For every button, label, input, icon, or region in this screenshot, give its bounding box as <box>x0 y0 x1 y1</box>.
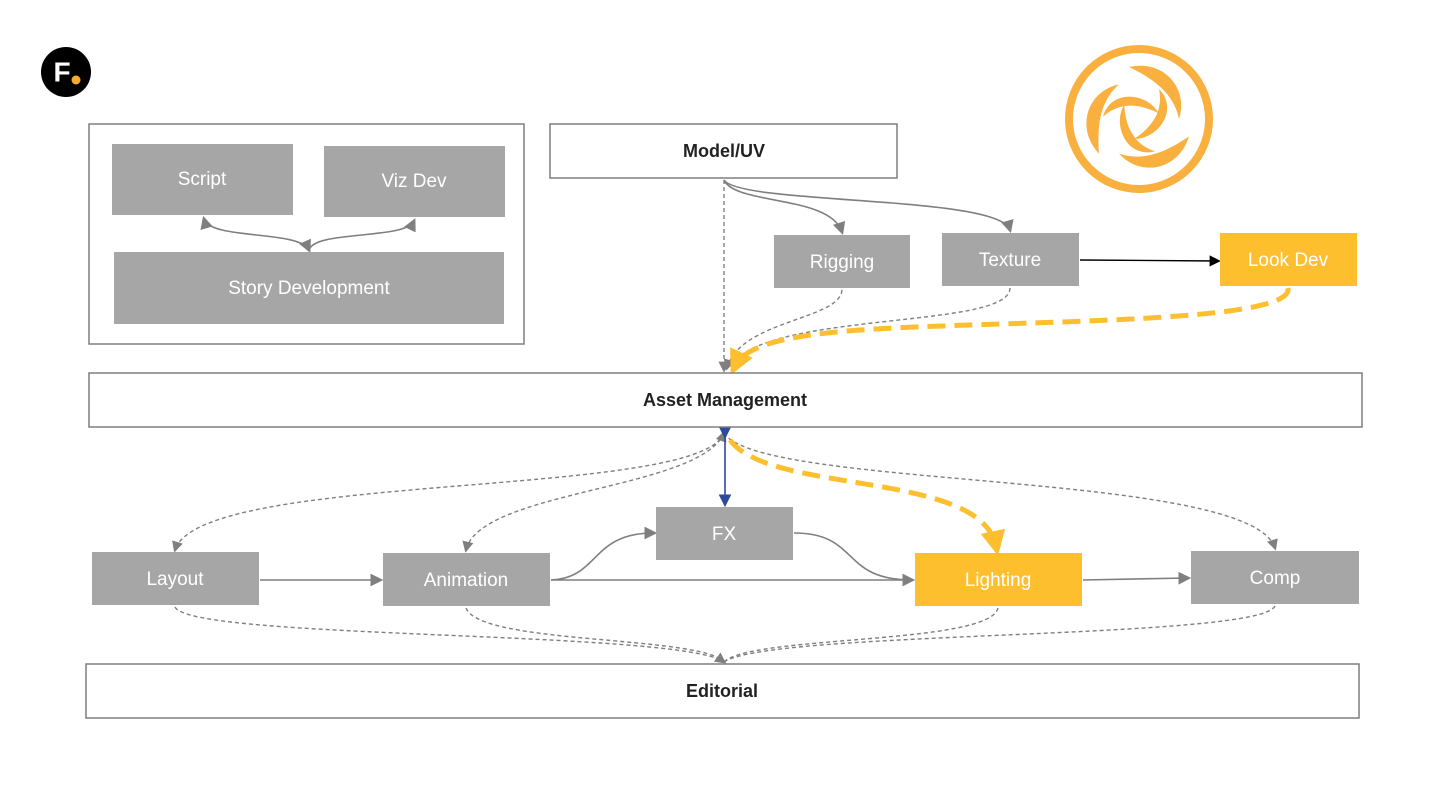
svg-text:Layout: Layout <box>146 569 204 590</box>
node-editorial[interactable]: Editorial <box>85 663 1360 719</box>
pipeline-diagram: F Script Viz Dev Story Development Model… <box>41 45 1363 719</box>
svg-text:Texture: Texture <box>979 250 1041 271</box>
node-asset-management[interactable]: Asset Management <box>88 372 1363 428</box>
node-animation[interactable]: Animation <box>383 553 550 606</box>
svg-text:Asset Management: Asset Management <box>643 390 807 410</box>
svg-text:Lighting: Lighting <box>965 570 1032 591</box>
svg-text:Script: Script <box>178 169 227 190</box>
svg-text:Editorial: Editorial <box>686 681 758 701</box>
triskelion-logo <box>1065 45 1213 193</box>
svg-text:Model/UV: Model/UV <box>683 141 765 161</box>
node-look-dev[interactable]: Look Dev <box>1220 233 1357 286</box>
svg-text:Look Dev: Look Dev <box>1248 250 1329 271</box>
svg-text:Comp: Comp <box>1250 568 1301 589</box>
node-viz-dev[interactable]: Viz Dev <box>324 146 505 217</box>
svg-text:Viz Dev: Viz Dev <box>381 171 447 192</box>
svg-text:F: F <box>53 56 70 87</box>
svg-text:Story Development: Story Development <box>228 278 390 299</box>
f-logo: F <box>41 47 91 97</box>
node-texture[interactable]: Texture <box>942 233 1079 286</box>
svg-text:FX: FX <box>712 524 737 545</box>
node-story-development[interactable]: Story Development <box>114 252 504 324</box>
node-comp[interactable]: Comp <box>1191 551 1359 604</box>
svg-text:Animation: Animation <box>424 570 509 591</box>
node-model-uv[interactable]: Model/UV <box>549 123 898 179</box>
node-layout[interactable]: Layout <box>92 552 259 605</box>
svg-text:Rigging: Rigging <box>810 252 874 273</box>
node-rigging[interactable]: Rigging <box>774 235 910 288</box>
node-script[interactable]: Script <box>112 144 293 215</box>
node-lighting[interactable]: Lighting <box>915 553 1082 606</box>
node-fx[interactable]: FX <box>656 507 793 560</box>
